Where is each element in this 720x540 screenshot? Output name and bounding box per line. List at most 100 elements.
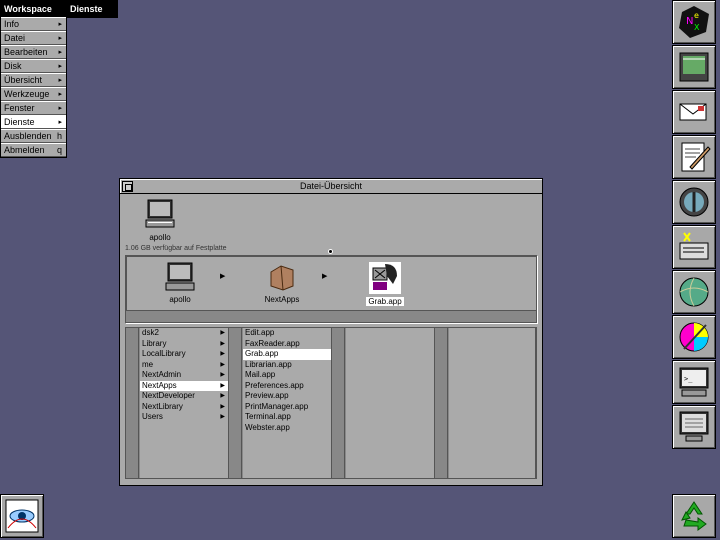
menu-item-info[interactable]: Info ▸ — [1, 17, 66, 31]
submenu-arrow-icon: ▸ — [58, 77, 62, 84]
digital-librarian-icon-tile[interactable] — [672, 225, 716, 269]
list-item[interactable]: NextAdmin ▶ — [140, 370, 228, 381]
column-scrollbar[interactable] — [126, 328, 139, 478]
path-apollo-label: apollo — [169, 295, 191, 304]
list-item-label: Users — [142, 412, 163, 421]
list-item-label: Terminal.app — [245, 412, 291, 421]
list-item[interactable]: me ▶ — [140, 360, 228, 371]
list-item[interactable]: Terminal.app — [243, 412, 331, 423]
directory-arrow-icon: ▶ — [220, 403, 225, 410]
mail-icon-tile[interactable] — [672, 90, 716, 134]
digital-librarian-icon — [679, 232, 709, 260]
directory-arrow-icon: ▶ — [220, 414, 225, 420]
list-item-label: Webster.app — [245, 422, 290, 432]
menu-item-übersicht[interactable]: Übersicht ▸ — [1, 73, 66, 87]
list-item[interactable]: FaxReader.app — [243, 339, 331, 350]
list-item[interactable]: Grab.app — [243, 349, 331, 360]
list-item[interactable]: Webster.app — [243, 423, 331, 434]
key-equivalent: h — [56, 131, 62, 141]
list-item-label: PrintManager.app — [245, 401, 309, 411]
column-scrollbar[interactable] — [332, 328, 345, 478]
list-item-label: NextLibrary — [142, 401, 183, 411]
menu-item-label: Übersicht — [4, 75, 43, 85]
submenu-arrow-icon: ▸ — [58, 21, 62, 28]
list-item-label: LocalLibrary — [142, 349, 186, 358]
eye-icon-tile[interactable] — [0, 494, 44, 538]
submenu-arrow-icon: ▸ — [58, 105, 62, 112]
terminal-icon-tile[interactable]: >_ — [672, 360, 716, 404]
menu-item-fenster[interactable]: Fenster ▸ — [1, 101, 66, 115]
path-nextapps-label: NextApps — [264, 295, 300, 304]
list-item[interactable]: PrintManager.app — [243, 402, 331, 413]
globe-icon-tile[interactable] — [672, 270, 716, 314]
preferences-icon — [679, 52, 709, 82]
submenu-arrow-icon: ▸ — [58, 49, 62, 56]
menu-item-label: Info — [4, 19, 20, 29]
menu-item-werkzeuge[interactable]: Werkzeuge ▸ — [1, 87, 66, 101]
directory-arrow-icon: ▶ — [220, 340, 225, 347]
menu-item-label: Bearbeiten — [4, 47, 48, 57]
list-item-label: Librarian.app — [245, 359, 292, 369]
menu-item-dienste[interactable]: Dienste ▸ — [1, 115, 66, 129]
path-arrow-icon: ▶ — [322, 273, 328, 280]
shelf-computer[interactable]: apollo — [142, 199, 178, 242]
path-scrollbar[interactable] — [126, 310, 536, 322]
column-scrollbar[interactable] — [435, 328, 448, 478]
directory-arrow-icon: ▶ — [220, 393, 225, 399]
path-grab[interactable]: Grab.app — [355, 262, 415, 306]
edit-icon-tile[interactable] — [672, 135, 716, 179]
recycler-icon — [681, 501, 707, 531]
menu-item-abmelden[interactable]: Abmelden q — [1, 143, 66, 157]
list-item-label: Edit.app — [245, 328, 275, 337]
preferences-icon-tile[interactable] — [672, 45, 716, 89]
recycler-icon-tile[interactable] — [672, 494, 716, 538]
list-item[interactable]: LocalLibrary ▶ — [140, 349, 228, 360]
list-item-label: NextApps — [142, 380, 177, 390]
menu-item-disk[interactable]: Disk ▸ — [1, 59, 66, 73]
list-item[interactable]: Edit.app — [243, 328, 331, 339]
window-titlebar[interactable]: Datei-Übersicht — [120, 179, 542, 194]
list-item[interactable]: Librarian.app — [243, 360, 331, 371]
list-item[interactable]: Preferences.app — [243, 381, 331, 392]
menu-item-label: Fenster — [4, 103, 35, 113]
services-menu-title: Dienste — [67, 1, 117, 17]
nextstep-cube-icon-tile[interactable]: NeX — [672, 0, 716, 44]
globe-icon — [679, 277, 709, 307]
menu-item-ausblenden[interactable]: Ausblenden h — [1, 129, 66, 143]
services-menu: Dienste — [66, 0, 118, 18]
disk-info: 1.06 GB verfügbar auf Festplatte — [125, 245, 227, 252]
computer-icon — [165, 262, 195, 291]
list-item[interactable]: Library ▶ — [140, 339, 228, 350]
librarian-icon-tile[interactable] — [672, 180, 716, 224]
computer-icon — [145, 199, 175, 228]
list-item-label: Preview.app — [245, 391, 289, 400]
list-item[interactable]: NextDeveloper ▶ — [140, 391, 228, 402]
list-item[interactable]: dsk2 ▶ — [140, 328, 228, 339]
librarian-icon — [679, 187, 709, 217]
submenu-arrow-icon: ▸ — [58, 91, 62, 98]
miniaturize-button[interactable] — [122, 181, 133, 192]
path-apollo[interactable]: apollo — [150, 262, 210, 304]
menu-item-label: Datei — [4, 33, 26, 43]
path-grab-label: Grab.app — [366, 297, 404, 306]
shelf-resize-handle[interactable] — [328, 249, 333, 254]
list-item[interactable]: Preview.app — [243, 391, 331, 402]
list-item[interactable]: Mail.app — [243, 370, 331, 381]
workspace-menu: Workspace Info ▸ Datei ▸ Bearbeiten ▸ Disk ▸ Übe… — [0, 0, 67, 158]
menu-item-datei[interactable]: Datei ▸ — [1, 31, 66, 45]
shelf-computer-label: apollo — [149, 233, 171, 242]
list-item[interactable]: NextLibrary ▶ — [140, 402, 228, 413]
menu-item-bearbeiten[interactable]: Bearbeiten ▸ — [1, 45, 66, 59]
window-title: Datei-Übersicht — [299, 181, 363, 191]
list-item-label: Grab.app — [245, 349, 279, 358]
svg-text:X: X — [694, 23, 700, 32]
column-scrollbar[interactable] — [229, 328, 242, 478]
color-wheel-icon-tile[interactable] — [672, 315, 716, 359]
submenu-arrow-icon: ▸ — [58, 63, 62, 70]
path-nextapps[interactable]: NextApps — [252, 262, 312, 304]
monitor-icon-tile[interactable] — [672, 405, 716, 449]
list-item[interactable]: NextApps ▶ — [140, 380, 228, 391]
eye-icon — [5, 499, 39, 533]
file-viewer-window: Datei-Übersicht apollo 1.06 GB verfügbar… — [119, 178, 543, 486]
list-item[interactable]: Users ▶ — [140, 412, 228, 423]
